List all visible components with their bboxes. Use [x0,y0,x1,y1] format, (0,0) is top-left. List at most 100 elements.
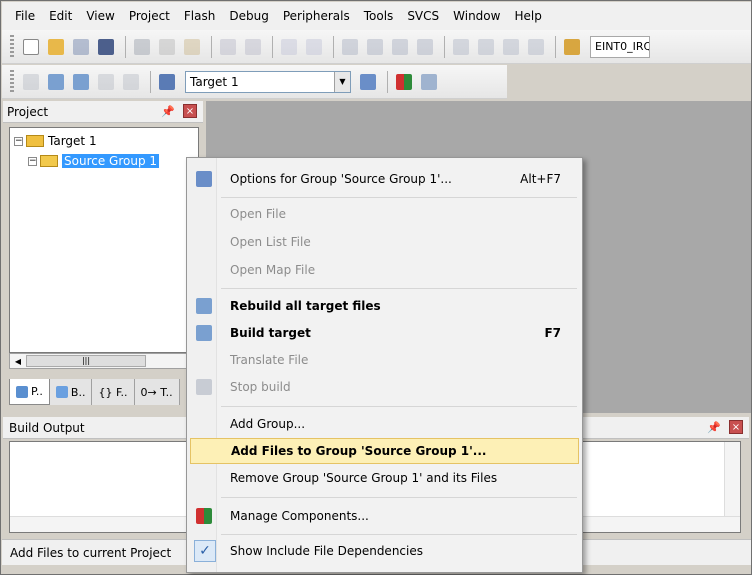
tab-books[interactable]: B.. [49,379,93,405]
manage-components-button[interactable] [393,71,415,93]
find-in-files-button[interactable] [561,36,583,58]
menu-item-stop-build[interactable]: Stop build [190,374,579,400]
menu-debug[interactable]: Debug [223,6,276,26]
tab-templates[interactable]: 0→ T.. [134,379,180,405]
cut-button[interactable] [131,36,153,58]
project-pane-tabs: P.. B.. {} F.. 0→ T.. [9,379,199,409]
menu-window[interactable]: Window [447,6,508,26]
menu-edit[interactable]: Edit [43,6,80,26]
menu-tools[interactable]: Tools [358,6,402,26]
menu-item-add-group[interactable]: Add Group... [190,411,579,437]
menu-item-label: Build target [230,326,311,340]
collapse-icon[interactable]: − [28,156,37,166]
menu-item-add-files-to-group[interactable]: Add Files to Group 'Source Group 1'... [190,438,579,464]
pin-icon[interactable]: 📌 [707,421,721,434]
pin-icon[interactable]: 📌 [161,105,175,118]
undo-button[interactable] [217,36,239,58]
clear-bookmarks-button[interactable] [414,36,436,58]
paste-button[interactable] [181,36,203,58]
menu-item-translate-file[interactable]: Translate File [190,347,579,373]
rebuild-button[interactable] [70,71,92,93]
scroll-thumb[interactable]: ||| [26,355,146,367]
toolbar-separator [211,35,212,58]
menu-item-build-target[interactable]: Build target F7 [190,320,579,346]
menu-separator [221,534,577,535]
collapse-icon[interactable]: − [14,136,23,146]
menu-file[interactable]: File [9,6,43,26]
menu-flash[interactable]: Flash [178,6,223,26]
uncomment-button[interactable] [525,36,547,58]
menu-item-open-map-file[interactable]: Open Map File [190,257,579,283]
stop-build-button[interactable] [120,71,142,93]
save-all-button[interactable] [95,36,117,58]
rebuild-icon [196,298,212,314]
nav-forward-button[interactable] [303,36,325,58]
menu-item-rebuild-all[interactable]: Rebuild all target files [190,293,579,319]
target-select[interactable]: Target 1 ▼ [185,70,351,93]
prev-bookmark-button[interactable] [364,36,386,58]
tab-label: {} F.. [98,385,128,399]
copy-button[interactable] [156,36,178,58]
menu-item-open-list-file[interactable]: Open List File [190,229,579,255]
open-file-button[interactable] [45,36,67,58]
next-bookmark-button[interactable] [389,36,411,58]
toolbar-separator [387,70,388,93]
project-pane-title: Project [7,104,49,119]
close-icon[interactable]: × [183,104,197,118]
menu-item-label: Show Include File Dependencies [230,544,423,558]
nav-back-button[interactable] [278,36,300,58]
menu-help[interactable]: Help [508,6,549,26]
toolbar-separator [555,35,556,58]
build-button[interactable] [45,71,67,93]
menu-item-open-file[interactable]: Open File [190,201,579,227]
checkmark-icon: ✓ [194,540,216,562]
close-icon[interactable]: × [729,420,743,434]
tab-functions[interactable]: {} F.. [92,379,135,405]
new-file-button[interactable] [20,36,42,58]
toolbar-separator [150,70,151,93]
menu-item-manage-components[interactable]: Manage Components... [190,503,579,529]
chevron-down-icon[interactable]: ▼ [334,71,350,92]
unindent-button[interactable] [475,36,497,58]
indent-button[interactable] [450,36,472,58]
next-bookmark-icon [392,38,408,55]
download-button[interactable] [156,71,178,93]
menu-item-options-for-group[interactable]: Options for Group 'Source Group 1'... Al… [190,166,579,192]
tree-item-target[interactable]: − Target 1 [14,132,97,150]
menu-item-remove-group[interactable]: Remove Group 'Source Group 1' and its Fi… [190,465,579,491]
rebuild-icon [73,73,89,90]
status-text: Add Files to current Project [10,545,172,560]
menu-item-show-include-deps[interactable]: ✓ Show Include File Dependencies [190,538,579,564]
tab-project[interactable]: P.. [9,379,50,405]
target-select-value: Target 1 [190,74,239,89]
menu-item-label: Open Map File [230,263,316,277]
menu-svcs[interactable]: SVCS [401,6,447,26]
menu-separator [221,197,577,198]
menu-item-label: Open File [230,207,286,221]
manage-project-items-button[interactable] [418,71,440,93]
menu-peripherals[interactable]: Peripherals [277,6,358,26]
menu-project[interactable]: Project [123,6,178,26]
translate-button[interactable] [20,71,42,93]
file-toolbar: EINT0_IRQ [2,30,751,64]
scroll-left-icon[interactable]: ◀ [10,357,26,366]
project-tree-hscrollbar[interactable]: ◀ ||| [9,353,199,369]
redo-button[interactable] [242,36,264,58]
build-output-vscrollbar[interactable] [724,442,740,518]
copy-icon [159,38,175,55]
find-combo[interactable]: EINT0_IRQ [590,35,650,58]
tree-item-source-group[interactable]: − Source Group 1 [28,152,160,170]
menu-view[interactable]: View [80,6,122,26]
save-button[interactable] [70,36,92,58]
menu-separator [221,288,577,289]
build-icon [196,325,212,341]
find-in-files-icon [564,38,580,55]
comment-button[interactable] [500,36,522,58]
toolbar-grip[interactable] [10,69,14,94]
bookmark-button[interactable] [339,36,361,58]
menu-item-label: Add Files to Group 'Source Group 1'... [231,444,487,458]
toolbar-grip[interactable] [10,34,14,59]
batch-build-button[interactable] [95,71,117,93]
project-tree[interactable]: − Target 1 − Source Group 1 [9,127,199,353]
target-options-button[interactable] [357,71,379,93]
